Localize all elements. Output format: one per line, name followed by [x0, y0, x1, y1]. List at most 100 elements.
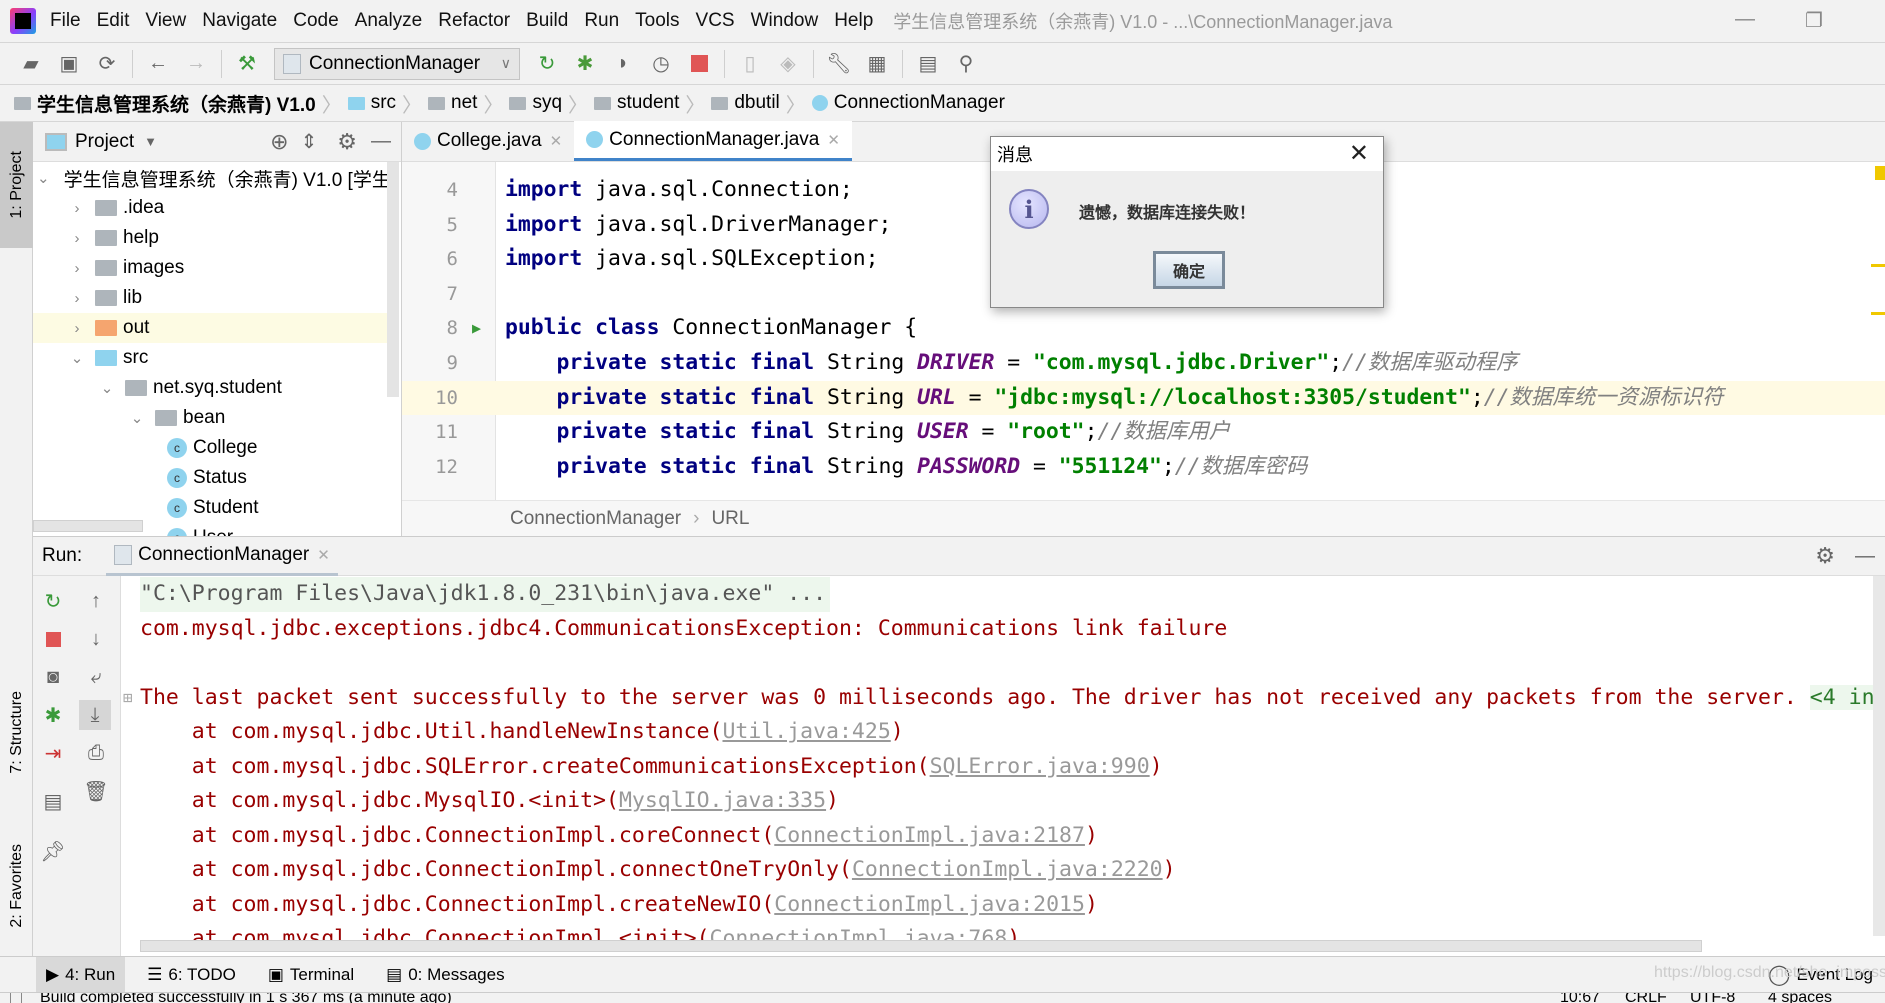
tree-item[interactable]: c Student [33, 493, 388, 523]
menu-run[interactable]: Run [584, 10, 619, 32]
rerun-icon[interactable]: ↻ [38, 586, 68, 616]
menu-window[interactable]: Window [751, 10, 819, 32]
stack-trace-link[interactable]: Util.java:425 [722, 719, 890, 744]
console-output[interactable]: "C:\Program Files\Java\jdk1.8.0_231\bin\… [121, 576, 1885, 956]
settings-wrench-icon[interactable]: 🔧︎ [826, 51, 852, 77]
tree-item[interactable]: › out [33, 313, 388, 343]
warning-marker[interactable] [1875, 166, 1885, 180]
indent-setting[interactable]: 4 spaces [1768, 993, 1832, 1003]
project-structure-icon[interactable]: ▦ [864, 51, 890, 77]
pin-icon[interactable]: 📌︎ [38, 836, 68, 866]
restore-icon[interactable]: ❐ [1805, 8, 1823, 33]
breadcrumb-item[interactable]: net 〉 [428, 89, 503, 118]
menu-build[interactable]: Build [526, 10, 568, 32]
attach-icon[interactable]: ▯ [737, 51, 763, 77]
back-icon[interactable]: ← [145, 51, 171, 77]
minimize-icon[interactable]: — [1735, 8, 1755, 31]
chevron-right-icon[interactable]: › [67, 230, 87, 247]
bottom-tab-terminal[interactable]: ▣ Terminal [258, 957, 364, 993]
tree-item[interactable]: › lib [33, 283, 388, 313]
horizontal-scrollbar[interactable] [33, 520, 143, 532]
menu-code[interactable]: Code [293, 10, 338, 32]
profile-icon[interactable]: ◷ [648, 51, 674, 77]
chevron-right-icon[interactable]: › [67, 260, 87, 277]
menu-tools[interactable]: Tools [635, 10, 679, 32]
open-icon[interactable]: ▰ [18, 51, 44, 77]
print-icon[interactable]: ⎙ [81, 738, 111, 768]
sync-icon[interactable]: ⟳ [94, 51, 120, 77]
menu-analyze[interactable]: Analyze [355, 10, 423, 32]
file-encoding[interactable]: UTF-8 [1690, 993, 1735, 1003]
run-gutter-icon[interactable]: ▶ [472, 311, 481, 346]
close-icon[interactable]: ✕ [317, 546, 330, 564]
project-view-selector[interactable]: Project [75, 131, 134, 153]
arrow-down-icon[interactable]: ↓ [81, 624, 111, 654]
chevron-right-icon[interactable]: › [67, 320, 87, 337]
chevron-right-icon[interactable]: › [67, 290, 87, 307]
coverage-icon[interactable]: ◗ [610, 51, 636, 77]
tool-tab-project[interactable]: 1: Project [0, 122, 33, 248]
bottom-tab-messages[interactable]: ▤ 0: Messages [376, 957, 514, 993]
tree-item[interactable]: c Status [33, 463, 388, 493]
tool-tab-favorites[interactable]: 2: Favorites [0, 828, 33, 943]
scroll-to-end-icon[interactable]: ⤓ [79, 700, 111, 730]
menu-vcs[interactable]: VCS [696, 10, 735, 32]
soft-wrap-icon[interactable]: ⤶ [81, 662, 111, 692]
breadcrumb-item[interactable]: ConnectionManager [811, 92, 1005, 114]
debug-restart-icon[interactable]: ✱ [38, 700, 68, 730]
exit-icon[interactable]: ⇥ [38, 738, 68, 768]
close-icon[interactable]: ✕ [1349, 139, 1369, 168]
tree-item[interactable]: ⌄ 学生信息管理系统（余燕青) V1.0 [学生 [33, 163, 388, 193]
tree-item[interactable]: ⌄ bean [33, 403, 388, 433]
tab-connectionmanager-java[interactable]: ConnectionManager.java ✕ [574, 121, 852, 161]
stack-trace-link[interactable]: ConnectionImpl.java:2015 [774, 892, 1085, 917]
breadcrumb-class[interactable]: ConnectionManager [510, 508, 681, 530]
error-stripe-mark[interactable] [1871, 312, 1885, 315]
breadcrumb-item[interactable]: student 〉 [594, 89, 705, 118]
camera-icon[interactable]: ◙ [38, 662, 68, 692]
layout-icon[interactable]: ▤ [38, 786, 68, 816]
tree-item[interactable]: ⌄ src [33, 343, 388, 373]
menu-edit[interactable]: Edit [97, 10, 130, 32]
chevron-down-icon[interactable]: ⌄ [97, 379, 117, 397]
save-icon[interactable]: ▣ [56, 51, 82, 77]
deploy-icon[interactable]: ◈ [775, 51, 801, 77]
breadcrumb-item[interactable]: 学生信息管理系统（余燕青) V1.0 〉 [14, 89, 342, 118]
close-icon[interactable]: ✕ [827, 131, 840, 149]
dropdown-arrow-icon[interactable]: ▼ [144, 134, 157, 149]
hide-icon[interactable]: — [371, 130, 391, 153]
gear-icon[interactable]: ⚙ [337, 129, 357, 155]
run-tab[interactable]: ConnectionManager ✕ [106, 536, 338, 576]
forward-icon[interactable]: → [183, 51, 209, 77]
bottom-tab-run[interactable]: ▶ 4: Run [36, 956, 126, 993]
build-hammer-icon[interactable]: ⚒ [234, 51, 260, 77]
expand-icon[interactable]: ⊞ [123, 681, 133, 716]
line-separator[interactable]: CRLF [1625, 993, 1667, 1003]
tree-item[interactable]: › images [33, 253, 388, 283]
caret-position[interactable]: 10:67 [1560, 993, 1600, 1003]
ok-button[interactable]: 确定 [1153, 251, 1225, 289]
tree-item[interactable]: ⌄ net.syq.student [33, 373, 388, 403]
menu-file[interactable]: File [50, 10, 81, 32]
tree-item[interactable]: › .idea [33, 193, 388, 223]
breadcrumb-item[interactable]: src 〉 [347, 89, 422, 118]
stack-trace-link[interactable]: ConnectionImpl.java:2187 [774, 823, 1085, 848]
tool-tab-structure[interactable]: 7: Structure [0, 672, 33, 792]
chevron-right-icon[interactable]: › [67, 200, 87, 217]
stack-trace-link[interactable]: SQLError.java:990 [930, 754, 1150, 779]
tree-item[interactable]: › help [33, 223, 388, 253]
tab-college-java[interactable]: College.java ✕ [402, 121, 574, 161]
search-icon[interactable]: ⚲ [953, 51, 979, 77]
rerun-icon[interactable]: ↻ [534, 51, 560, 77]
chevron-down-icon[interactable]: ⌄ [67, 349, 87, 367]
tree-item[interactable]: c College [33, 433, 388, 463]
arrow-up-icon[interactable]: ↑ [81, 586, 111, 616]
breadcrumb-item[interactable]: dbutil 〉 [711, 89, 806, 118]
stop-icon[interactable] [686, 51, 712, 77]
horizontal-scrollbar[interactable] [140, 940, 1702, 952]
breadcrumb-field[interactable]: URL [711, 508, 749, 530]
stack-trace-link[interactable]: ConnectionImpl.java:2220 [852, 857, 1163, 882]
run-config-dropdown[interactable]: ConnectionManager ∨ [274, 47, 520, 80]
run-anything-icon[interactable]: ▤ [915, 51, 941, 77]
menu-help[interactable]: Help [834, 10, 873, 32]
